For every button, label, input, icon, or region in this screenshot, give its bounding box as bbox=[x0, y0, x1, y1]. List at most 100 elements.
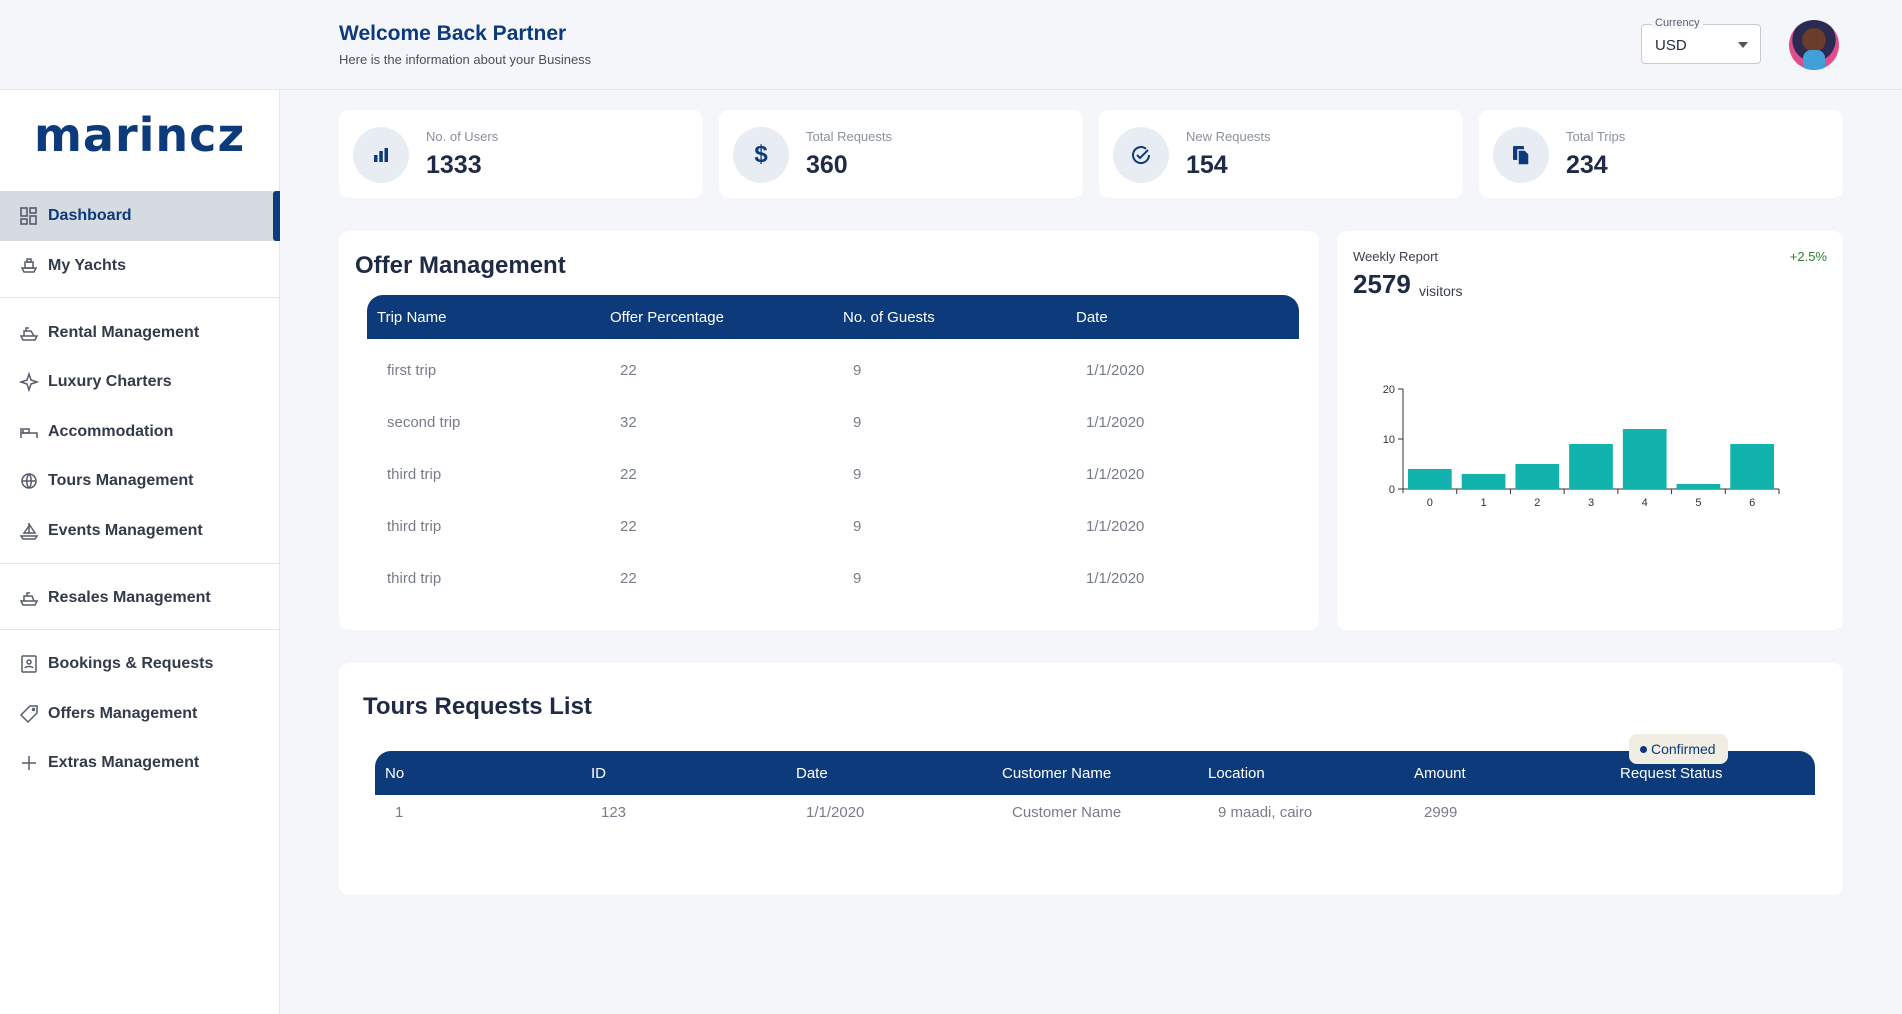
sidebar-item-label: My Yachts bbox=[48, 257, 126, 274]
x-tick-label: 4 bbox=[1642, 497, 1648, 509]
column-header: Trip Name bbox=[377, 309, 447, 326]
column-header: Customer Name bbox=[1002, 765, 1112, 782]
brand-logo[interactable]: marincz bbox=[34, 108, 245, 162]
table-cell: 1/1/2020 bbox=[1086, 414, 1145, 431]
panel-title: Offer Management bbox=[355, 252, 566, 279]
x-tick-label: 5 bbox=[1695, 497, 1701, 509]
sidebar-item-label: Offers Management bbox=[48, 705, 198, 722]
dollar-icon: $ bbox=[733, 127, 789, 183]
table-cell: 1/1/2020 bbox=[1086, 570, 1145, 587]
y-tick-label: 20 bbox=[1383, 384, 1395, 396]
boat-icon bbox=[18, 322, 40, 344]
x-tick-label: 1 bbox=[1481, 497, 1487, 509]
column-header: ID bbox=[591, 765, 606, 782]
sidebar-divider bbox=[0, 297, 280, 298]
avatar[interactable] bbox=[1789, 20, 1839, 70]
table-cell: 2999 bbox=[1424, 804, 1458, 821]
table-cell: 9 bbox=[853, 466, 862, 483]
plus-icon bbox=[18, 752, 40, 774]
tours-table-header: No ID Date Customer Name Location Amount… bbox=[375, 751, 1815, 795]
x-tick-label: 3 bbox=[1588, 497, 1594, 509]
stat-value: 154 bbox=[1186, 151, 1228, 179]
column-header: Amount bbox=[1414, 765, 1466, 782]
status-badge: Confirmed bbox=[1629, 734, 1728, 764]
table-cell: 22 bbox=[620, 362, 637, 379]
offer-management-panel: Offer Management Trip Name Offer Percent… bbox=[339, 231, 1319, 630]
table-cell: 22 bbox=[620, 570, 637, 587]
table-cell: third trip bbox=[387, 518, 442, 535]
weekly-report-panel: Weekly Report 2579 visitors +2.5% 0 10 20 0… bbox=[1337, 231, 1843, 630]
table-cell: 22 bbox=[620, 518, 637, 535]
sidebar-divider bbox=[0, 629, 280, 630]
sidebar-item-rental-management[interactable]: Rental Management bbox=[0, 308, 280, 358]
bar-chart-icon bbox=[353, 127, 409, 183]
bar bbox=[1676, 484, 1721, 489]
grid-icon bbox=[18, 205, 40, 227]
sidebar-item-label: Tours Management bbox=[48, 472, 194, 489]
bar bbox=[1408, 469, 1452, 489]
stat-label: New Requests bbox=[1186, 129, 1271, 144]
sidebar-item-extras-management[interactable]: Extras Management bbox=[0, 738, 280, 788]
y-tick-label: 0 bbox=[1389, 484, 1395, 496]
panel-title: Tours Requests List bbox=[363, 693, 592, 720]
column-header: Request Status bbox=[1620, 765, 1723, 782]
column-header: No bbox=[385, 765, 405, 782]
column-header: Location bbox=[1208, 765, 1265, 782]
sidebar-item-bookings-requests[interactable]: Bookings & Requests bbox=[0, 639, 280, 689]
sidebar-item-luxury-charters[interactable]: Luxury Charters bbox=[0, 357, 280, 407]
sidebar-divider bbox=[0, 563, 280, 564]
sidebar-item-resales-management[interactable]: Resales Management bbox=[0, 573, 280, 623]
stat-card-total-trips: Total Trips 234 bbox=[1479, 110, 1843, 198]
sidebar-item-label: Bookings & Requests bbox=[48, 655, 214, 672]
x-tick-label: 0 bbox=[1427, 497, 1433, 509]
caret-down-icon bbox=[1738, 42, 1748, 48]
bar bbox=[1515, 464, 1560, 489]
table-cell: first trip bbox=[387, 362, 437, 379]
stat-card-new-requests: New Requests 154 bbox=[1099, 110, 1463, 198]
table-cell: 9 bbox=[853, 518, 862, 535]
tours-requests-panel: Tours Requests List No ID Date Customer … bbox=[339, 663, 1843, 895]
sidebar-item-dashboard[interactable]: Dashboard bbox=[0, 191, 280, 241]
sidebar-item-my-yachts[interactable]: My Yachts bbox=[0, 241, 280, 291]
column-header: No. of Guests bbox=[843, 309, 935, 326]
x-tick-label: 6 bbox=[1749, 497, 1755, 509]
sidebar-item-label: Luxury Charters bbox=[48, 373, 172, 390]
table-cell: third trip bbox=[387, 466, 442, 483]
bed-icon bbox=[18, 421, 40, 443]
sidebar-item-events-management[interactable]: Events Management bbox=[0, 506, 280, 556]
tag-icon bbox=[18, 703, 40, 725]
table-cell: 9 maadi, cairo bbox=[1218, 804, 1313, 821]
offer-table-header: Trip Name Offer Percentage No. of Guests… bbox=[367, 295, 1299, 339]
column-header: Date bbox=[1076, 309, 1108, 326]
table-cell: 1/1/2020 bbox=[1086, 362, 1145, 379]
sparkle-icon bbox=[18, 371, 40, 393]
table-cell: second trip bbox=[387, 414, 461, 431]
y-tick-label: 10 bbox=[1383, 434, 1395, 446]
bar bbox=[1461, 474, 1506, 489]
bar bbox=[1622, 429, 1667, 489]
booking-icon bbox=[18, 653, 40, 675]
sidebar-item-label: Accommodation bbox=[48, 423, 174, 440]
sidebar-item-label: Events Management bbox=[48, 522, 203, 539]
currency-select[interactable]: Currency USD bbox=[1641, 17, 1761, 64]
page-title: Welcome Back Partner bbox=[339, 22, 567, 45]
stat-card-users: No. of Users 1333 bbox=[339, 110, 703, 198]
currency-value: USD bbox=[1655, 37, 1687, 54]
bar bbox=[1569, 444, 1613, 489]
table-cell: 9 bbox=[853, 570, 862, 587]
column-header: Offer Percentage bbox=[610, 309, 724, 326]
sailboat-icon bbox=[18, 520, 40, 542]
stat-value: 1333 bbox=[426, 151, 482, 179]
table-cell: 9 bbox=[853, 362, 862, 379]
stat-card-total-requests: $ Total Requests 360 bbox=[719, 110, 1083, 198]
documents-icon bbox=[1493, 127, 1549, 183]
currency-label: Currency bbox=[1652, 17, 1703, 29]
table-cell: 123 bbox=[601, 804, 627, 821]
table-cell: 1/1/2020 bbox=[1086, 518, 1145, 535]
stat-label: No. of Users bbox=[426, 129, 499, 144]
table-cell: 22 bbox=[620, 466, 637, 483]
stat-value: 360 bbox=[806, 151, 848, 179]
sidebar-item-tours-management[interactable]: Tours Management bbox=[0, 456, 280, 506]
sidebar-item-offers-management[interactable]: Offers Management bbox=[0, 689, 280, 739]
sidebar-item-accommodation[interactable]: Accommodation bbox=[0, 407, 280, 457]
